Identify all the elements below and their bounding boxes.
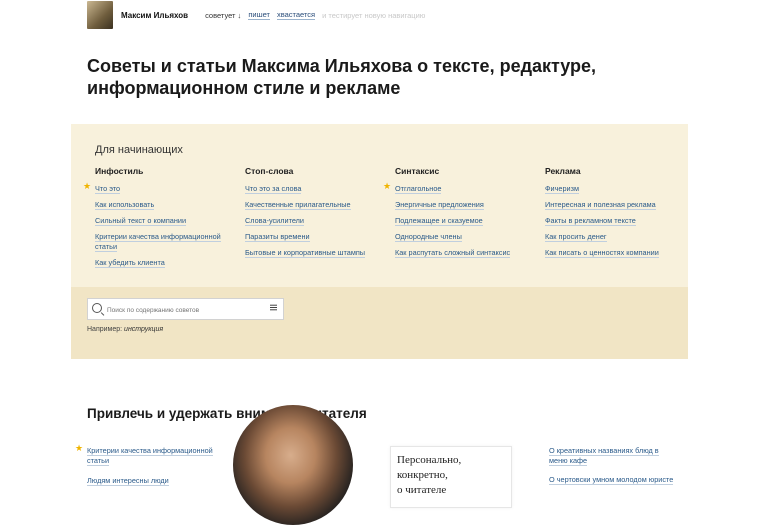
list-item: Как распутать сложный синтаксис (395, 248, 535, 258)
beginners-panel: Для начинающих Инфостиль ★ Что это Как ис… (71, 124, 688, 287)
star-icon: ★ (383, 181, 392, 191)
article-link[interactable]: Как использовать (95, 200, 155, 210)
article-link[interactable]: О креативных названиях блюд в меню кафе (549, 446, 659, 466)
article-link[interactable]: Как убедить клиента (95, 257, 165, 268)
section-left-list: ★ Критерии качества информационной статьи… (75, 443, 217, 497)
column-syntax: Синтаксис ★ Отглагольное Энергичные предл… (383, 166, 535, 264)
article-link[interactable]: Что это за слова (245, 184, 302, 194)
article-link[interactable]: Критерии качества информационной статьи (87, 446, 213, 466)
article-link[interactable]: Отглагольное (395, 184, 442, 194)
list-item: ★ Критерии качества информационной статьи (75, 443, 217, 466)
list-item: Слова-усилители (245, 216, 385, 226)
card-line: Персонально, (397, 454, 462, 466)
card-line: о читателе (397, 484, 447, 496)
list-item: Что это за слова (245, 184, 385, 194)
list-item: Факты в рекламном тексте (545, 216, 685, 226)
article-link[interactable]: Сильный текст о компании (95, 216, 187, 226)
article-link[interactable]: Факты в рекламном тексте (545, 216, 636, 226)
column-infostyle: Инфостиль ★ Что это Как использовать Силь… (83, 166, 235, 274)
author-avatar[interactable] (87, 1, 113, 29)
article-link[interactable]: Как просить денег (545, 232, 607, 242)
article-link[interactable]: Однородные члены (395, 232, 462, 242)
page-title: Советы и статьи Максима Ильяхова о текст… (87, 56, 597, 98)
list-item: ★ Что это (83, 181, 235, 194)
star-icon: ★ (83, 181, 92, 191)
list-item: Бытовые и корпоративные штампы (245, 248, 385, 258)
article-link[interactable]: Фичеризм (545, 184, 579, 194)
example-prefix: Например: (87, 326, 123, 333)
nav-writes[interactable]: пишет (248, 10, 270, 20)
article-link[interactable]: Как распутать сложный синтаксис (395, 248, 511, 258)
header-nav: советует ↓ пишет хвастается и тестирует … (205, 10, 432, 20)
column-title: Реклама (545, 166, 581, 176)
nav-advises[interactable]: советует ↓ (205, 11, 241, 20)
search-input[interactable] (105, 302, 269, 318)
article-link[interactable]: Слова-усилители (245, 216, 304, 226)
article-link[interactable]: Критерии качества информационной статьи (95, 232, 221, 252)
list-item: Людям интересны люди (87, 476, 217, 486)
article-link[interactable]: Интересная и полезная реклама (545, 200, 656, 210)
list-item: Паразиты времени (245, 232, 385, 242)
search-panel: Например: инструкция (71, 287, 688, 359)
portrait-image[interactable] (233, 405, 353, 525)
site-header: Максим Ильяхов советует ↓ пишет хвастает… (87, 0, 432, 30)
nav-tests[interactable]: и тестирует новую навигацию (322, 11, 425, 20)
example-value[interactable]: инструкция (124, 326, 163, 333)
beginners-heading: Для начинающих (95, 144, 183, 156)
article-link[interactable]: О чертовски умном молодом юристе (549, 475, 674, 485)
article-card[interactable]: Персонально, конкретно, о читателе (390, 446, 512, 508)
author-name[interactable]: Максим Ильяхов (121, 11, 188, 20)
article-link[interactable]: Качественные прилагательные (245, 200, 351, 210)
search-example: Например: инструкция (87, 326, 163, 333)
list-item: Качественные прилагательные (245, 200, 385, 210)
article-link[interactable]: Бытовые и корпоративные штампы (245, 248, 366, 258)
nav-boasts[interactable]: хвастается (276, 10, 316, 20)
list-item: Подлежащее и сказуемое (395, 216, 535, 226)
list-item: Однородные члены (395, 232, 535, 242)
list-item: Энергичные предложения (395, 200, 535, 210)
column-stopwords: Стоп-слова Что это за слова Качественные… (245, 166, 385, 264)
article-link[interactable]: Что это (95, 184, 121, 194)
list-item: Интересная и полезная реклама (545, 200, 685, 210)
menu-icon[interactable] (270, 307, 277, 309)
search-icon[interactable] (92, 303, 102, 313)
column-title: Инфостиль (95, 166, 144, 176)
article-link[interactable]: Паразиты времени (245, 232, 310, 242)
list-item: Сильный текст о компании (95, 216, 235, 226)
list-item: ★ Отглагольное (383, 181, 535, 194)
list-item: Критерии качества информационной статьи (95, 232, 235, 252)
search-box (87, 298, 284, 320)
article-link[interactable]: Подлежащее и сказуемое (395, 216, 483, 226)
list-item: Как убедить клиента (95, 257, 235, 268)
list-item: Фичеризм (545, 184, 685, 194)
list-item: Как просить денег (545, 232, 685, 242)
column-advertising: Реклама Фичеризм Интересная и полезная р… (545, 166, 685, 264)
list-item: Как писать о ценностях компании (545, 248, 685, 258)
star-icon: ★ (75, 443, 84, 453)
section-right-list: О креативных названиях блюд в меню кафе … (549, 446, 679, 495)
list-item: Как использовать (95, 200, 235, 210)
list-item: О креативных названиях блюд в меню кафе (549, 446, 679, 466)
card-line: конкретно, (397, 469, 448, 481)
column-title: Стоп-слова (245, 166, 294, 176)
article-link[interactable]: Людям интересны люди (87, 476, 169, 486)
list-item: О чертовски умном молодом юристе (549, 475, 679, 485)
article-link[interactable]: Как писать о ценностях компании (545, 248, 659, 258)
column-title: Синтаксис (395, 166, 440, 176)
article-link[interactable]: Энергичные предложения (395, 200, 484, 210)
